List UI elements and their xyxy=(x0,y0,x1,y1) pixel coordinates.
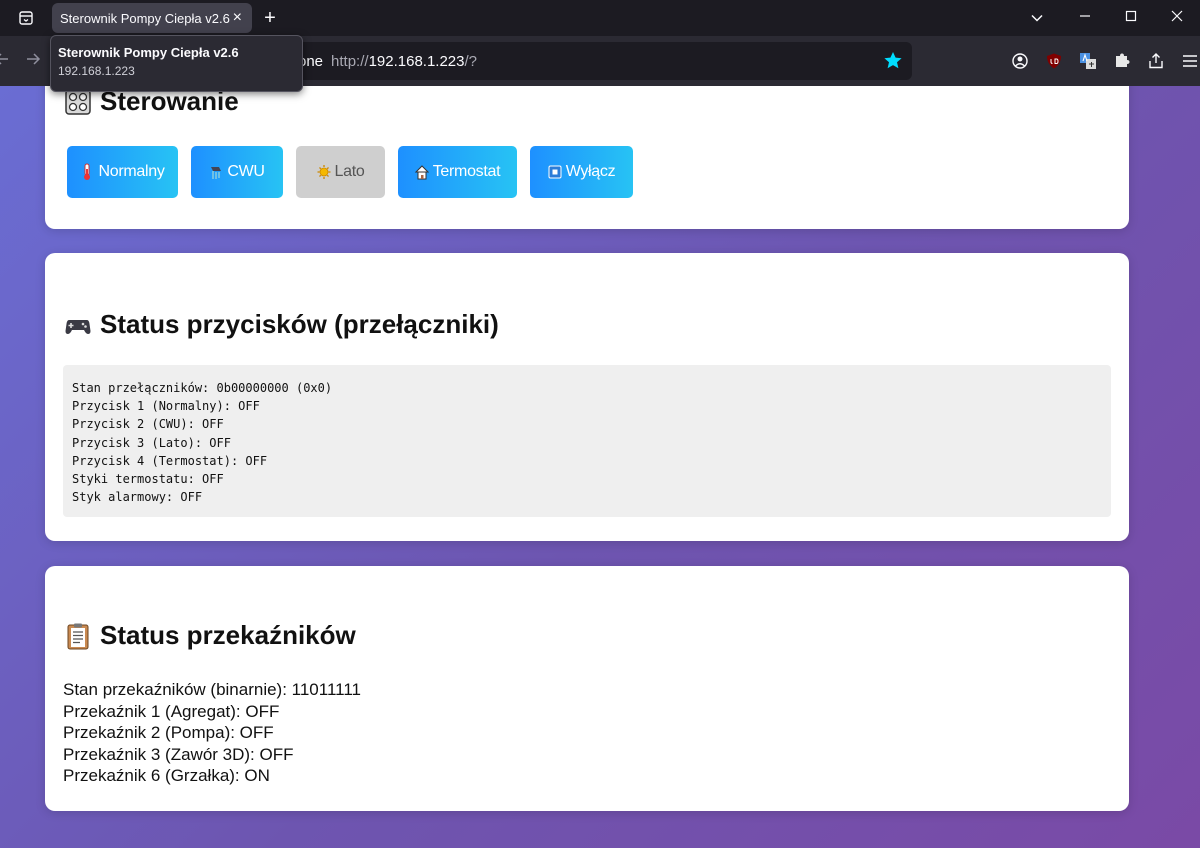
switch-line: Przycisk 1 (Normalny): OFF xyxy=(72,399,260,414)
window-controls xyxy=(1062,0,1200,36)
termostat-label: Termostat xyxy=(432,163,501,180)
tab-list-icon xyxy=(19,11,33,25)
relays-title: Status przekaźników xyxy=(64,620,356,651)
url-protocol: http:// xyxy=(331,52,369,70)
termostat-button[interactable]: Termostat xyxy=(398,146,517,198)
new-tab-button[interactable]: + xyxy=(252,0,288,36)
chevron-down-icon xyxy=(1031,14,1043,22)
relays-card: Status przekaźników Stan przekaźników (b… xyxy=(45,566,1129,811)
translate-icon[interactable] xyxy=(1078,51,1098,71)
ublock-shield-icon[interactable] xyxy=(1044,51,1064,71)
house-icon xyxy=(414,165,429,180)
tab-bar: Sterownik Pompy Ciepła v2.6 × + xyxy=(0,0,1200,36)
relay-line: Przekaźnik 6 (Grzałka): ON xyxy=(63,766,270,786)
switch-line: Styki termostatu: OFF xyxy=(72,472,224,487)
switch-line: Przycisk 3 (Lato): OFF xyxy=(72,435,231,450)
active-tab[interactable]: Sterownik Pompy Ciepła v2.6 × xyxy=(52,3,252,33)
list-all-tabs-button[interactable] xyxy=(1026,0,1048,36)
maximize-button[interactable] xyxy=(1108,9,1154,27)
stop-icon xyxy=(548,165,562,179)
tab-title: Sterownik Pompy Ciepła v2.6 xyxy=(60,10,230,26)
wylacz-button[interactable]: Wyłącz xyxy=(530,146,633,198)
relays-status-list: Stan przekaźników (binarnie): 11011111 P… xyxy=(63,679,361,787)
mode-buttons: Normalny CWU Lato Termostat Wyłącz xyxy=(67,146,646,198)
close-window-button[interactable] xyxy=(1154,9,1200,27)
url-bar[interactable]: one http:// 192.168.1.223 /? xyxy=(284,42,912,80)
relays-title-text: Status przekaźników xyxy=(100,620,356,650)
url-path: /? xyxy=(464,52,478,70)
shower-icon xyxy=(211,167,222,179)
share-icon[interactable] xyxy=(1146,51,1166,71)
relay-line: Stan przekaźników (binarnie): 11011111 xyxy=(63,680,361,699)
switches-title-text: Status przycisków (przełączniki) xyxy=(100,309,499,339)
back-arrow-icon xyxy=(0,52,8,65)
wylacz-label: Wyłącz xyxy=(565,163,616,180)
cwu-button[interactable]: CWU xyxy=(191,146,283,198)
close-icon xyxy=(1171,10,1183,22)
extension-puzzle-icon[interactable] xyxy=(1112,51,1132,71)
normalny-label: Normalny xyxy=(98,163,165,180)
thermometer-icon xyxy=(84,163,91,180)
account-icon[interactable] xyxy=(1010,51,1030,71)
minimize-button[interactable] xyxy=(1062,9,1108,27)
relay-line: Przekaźnik 1 (Agregat): OFF xyxy=(63,701,280,721)
minimize-icon xyxy=(1080,15,1090,17)
switches-title: Status przycisków (przełączniki) xyxy=(64,309,499,340)
maximize-icon xyxy=(1125,10,1137,22)
extensions-toolbar xyxy=(1010,36,1200,86)
forward-button[interactable] xyxy=(20,51,46,72)
gamepad-icon xyxy=(65,319,91,334)
tooltip-title: Sterownik Pompy Ciepła v2.6 xyxy=(58,45,239,60)
menu-icon[interactable] xyxy=(1180,51,1200,71)
switch-line: Przycisk 4 (Termostat): OFF xyxy=(72,453,268,468)
forward-arrow-icon xyxy=(27,52,41,65)
switches-card: Status przycisków (przełączniki) Stan pr… xyxy=(45,253,1129,541)
tab-close-icon[interactable]: × xyxy=(233,9,242,27)
relay-line: Przekaźnik 3 (Zawór 3D): OFF xyxy=(63,744,294,764)
bookmark-star-icon[interactable] xyxy=(880,48,906,74)
relay-line: Przekaźnik 2 (Pompa): OFF xyxy=(63,723,274,743)
clipboard-icon xyxy=(67,623,89,649)
cwu-label: CWU xyxy=(227,163,265,180)
back-button[interactable] xyxy=(0,51,12,72)
url-host: 192.168.1.223 xyxy=(368,52,465,70)
switch-line: Stan przełączników: 0b00000000 (0x0) xyxy=(72,381,333,395)
sun-icon xyxy=(317,165,331,179)
lato-button[interactable]: Lato xyxy=(296,146,385,198)
switch-line: Przycisk 2 (CWU): OFF xyxy=(72,417,224,432)
tooltip-url: 192.168.1.223 xyxy=(58,64,135,78)
lato-label: Lato xyxy=(334,163,365,180)
switches-status-box: Stan przełączników: 0b00000000 (0x0) Prz… xyxy=(63,365,1111,517)
tab-list-button[interactable] xyxy=(0,0,52,36)
tab-tooltip: Sterownik Pompy Ciepła v2.6 192.168.1.22… xyxy=(50,35,303,92)
switch-line: Styk alarmowy: OFF xyxy=(72,490,203,505)
normalny-button[interactable]: Normalny xyxy=(67,146,178,198)
